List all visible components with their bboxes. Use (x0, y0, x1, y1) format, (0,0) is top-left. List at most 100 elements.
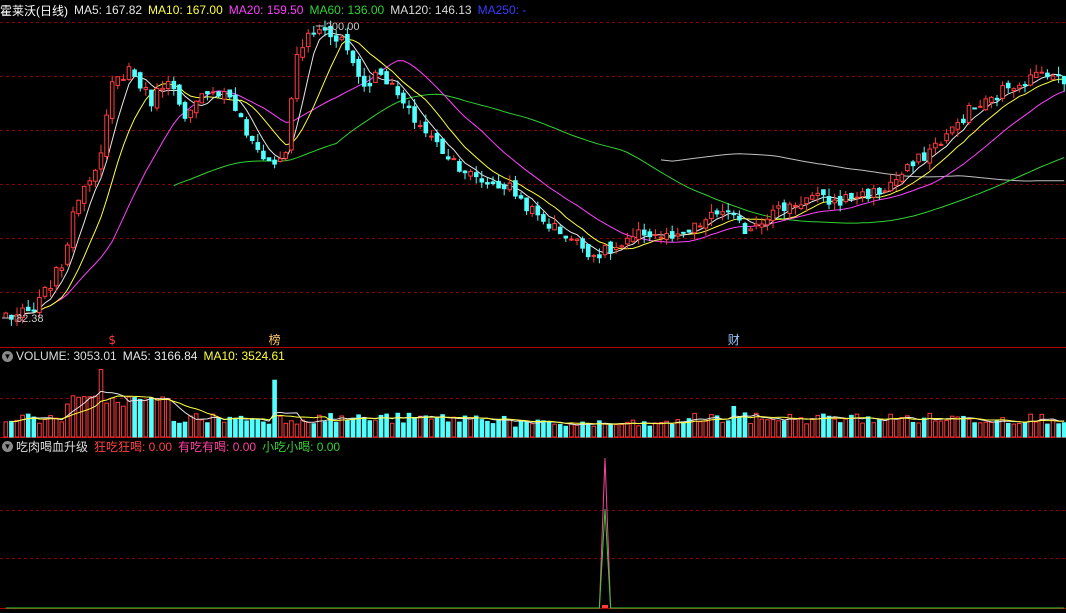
volume-bar (429, 418, 434, 438)
volume-bar (748, 422, 753, 438)
candle-body (759, 223, 765, 228)
volume-bar (31, 416, 37, 438)
candle-body (1028, 74, 1033, 86)
volume-bar (244, 420, 249, 438)
volume-bar (585, 423, 591, 438)
volume-bar (350, 418, 356, 438)
volume-bar (20, 414, 25, 438)
candle-body (367, 82, 373, 87)
candle-body (149, 89, 154, 107)
candle-body (165, 81, 171, 90)
candle-body (927, 148, 933, 164)
volume-bar (653, 422, 658, 438)
volume-bar (837, 422, 843, 438)
chevron-down-icon[interactable]: ▼ (2, 440, 13, 452)
candle-body (289, 98, 294, 151)
volume-bar (165, 397, 171, 438)
candle-body (641, 229, 647, 236)
candle-body (373, 71, 378, 83)
volume-bar (552, 423, 557, 438)
candle-body (961, 118, 966, 124)
volume-bar (277, 415, 283, 438)
candle-body (210, 91, 216, 94)
volume-bar (473, 415, 479, 438)
candle-body (42, 286, 48, 297)
candle-body (748, 228, 753, 232)
volume-bar (865, 416, 871, 438)
stock-name[interactable]: 霍莱沃(日线) (0, 2, 68, 19)
volume-bar (608, 423, 613, 438)
candle-body (345, 33, 350, 51)
candle-body (395, 86, 401, 96)
chevron-down-icon[interactable]: ▼ (2, 350, 13, 362)
indicator-line1-label: 狂吃狂喝: 0.00 (94, 439, 173, 454)
volume-bar (703, 420, 709, 438)
volume-bar (826, 415, 832, 438)
indicator-line2-label: 有吃有喝: 0.00 (178, 439, 257, 454)
volume-bar (294, 423, 300, 438)
volume-bar (1022, 422, 1028, 438)
volume-bar (776, 420, 781, 438)
volume-bar (445, 421, 451, 438)
candle-body (580, 238, 585, 249)
volume-bar (574, 424, 580, 438)
volume-bar (1061, 422, 1066, 438)
volume-bar (972, 422, 977, 438)
low-marker-label: 82.38 (16, 313, 44, 325)
candle-body (48, 287, 53, 291)
candle-body (1000, 85, 1005, 99)
candle-body (843, 194, 849, 203)
candle-body (233, 94, 238, 111)
kline-chart[interactable]: 200.00 82.38 $ 榜 财 (0, 0, 1066, 613)
volume-bar (154, 397, 160, 438)
volume-bar (137, 399, 143, 438)
volume-bar (126, 396, 132, 438)
volume-bar (994, 419, 1000, 438)
candle-body (244, 119, 249, 136)
candle-body (70, 211, 76, 249)
candle-body (406, 105, 412, 109)
volume-bar (9, 420, 14, 438)
candle-body (977, 105, 983, 108)
candle-body (552, 223, 557, 231)
candle-body (417, 125, 423, 128)
volume-bar (625, 421, 630, 438)
candle-body (725, 210, 731, 213)
volume-bar (725, 420, 731, 438)
volume-bar (916, 422, 921, 438)
volume-bar (877, 419, 882, 438)
candle-body (356, 58, 361, 77)
indicator-lines (5, 457, 1065, 609)
candle-body (720, 211, 725, 215)
volume-bar (961, 415, 966, 438)
volume-bar (423, 415, 429, 438)
volume-bar (378, 414, 384, 438)
candle-body (238, 113, 244, 118)
candle-body (949, 126, 955, 134)
candle-body (524, 197, 529, 212)
candle-body (832, 199, 837, 204)
volume-bar (93, 395, 98, 438)
indicator-line3-label: 小吃小喝: 0.00 (262, 439, 341, 454)
candle-body (501, 184, 507, 190)
candle-body (871, 188, 877, 198)
volume-bar (541, 420, 546, 438)
volume-bar (697, 421, 703, 438)
candle-body (966, 104, 972, 123)
event-marker: 财 (728, 333, 740, 347)
candle-body (65, 244, 70, 265)
volume-bar (300, 419, 305, 438)
volume-bar (132, 397, 137, 438)
volume-bar (468, 417, 473, 438)
volume-bar (636, 425, 641, 438)
volume-bar (1028, 413, 1033, 438)
candle-body (305, 32, 311, 48)
candle-body (182, 102, 188, 119)
volume-bar (412, 417, 417, 438)
candle-body (709, 211, 714, 220)
candle-body (955, 122, 961, 130)
ma20-label: MA20: 159.50 (228, 3, 304, 17)
candle-body (692, 222, 697, 234)
candle-body (384, 71, 389, 85)
volume-bar (938, 420, 944, 438)
